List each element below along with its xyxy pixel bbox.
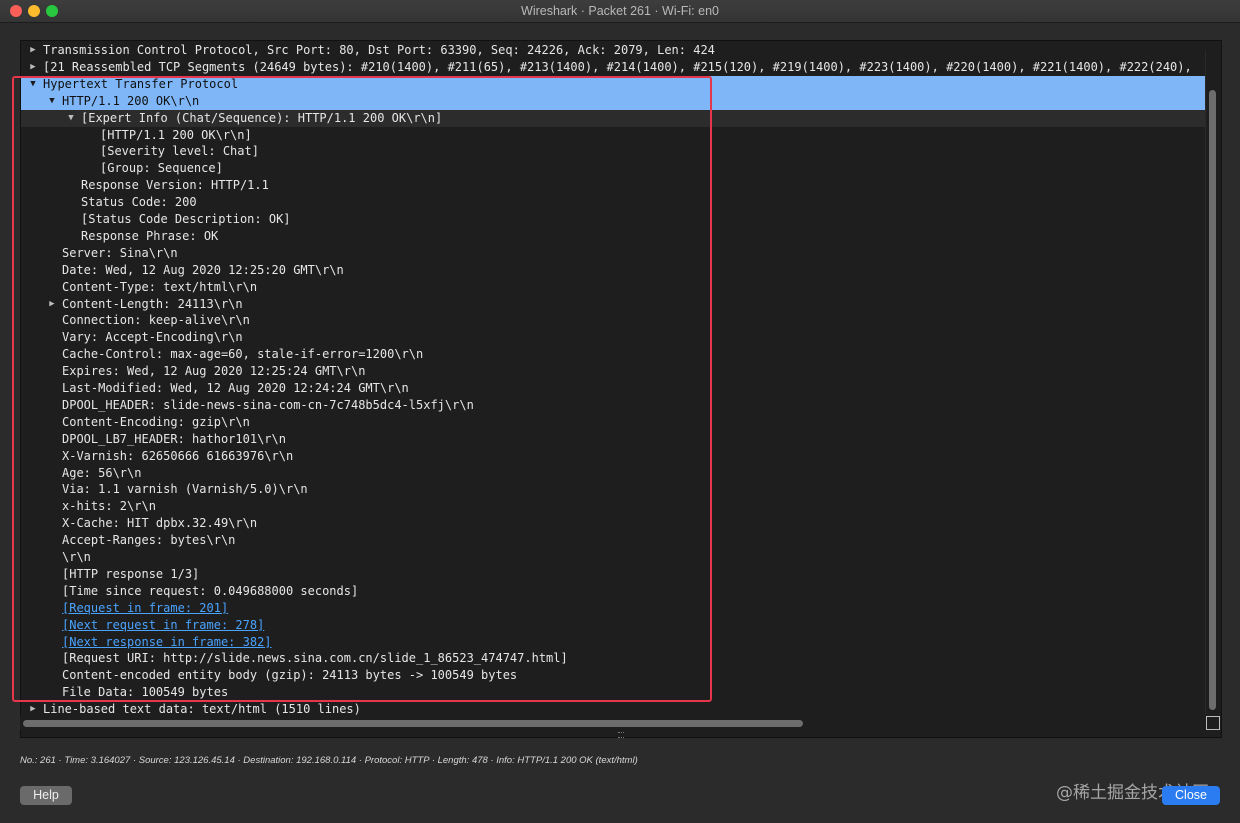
tree-row-label: Content-encoded entity body (gzip): 2411… bbox=[62, 668, 518, 683]
tree-row-label: [Expert Info (Chat/Sequence): HTTP/1.1 2… bbox=[81, 110, 443, 125]
frame-link[interactable]: [Request in frame: 201] bbox=[62, 600, 228, 617]
scroll-corner bbox=[1206, 716, 1220, 730]
tree-row-label: DPOOL_LB7_HEADER: hathor101\r\n bbox=[62, 431, 286, 446]
splitter-handle[interactable] bbox=[618, 732, 624, 738]
tree-row[interactable]: [Severity level: Chat] bbox=[21, 143, 1207, 160]
tree-row-label: Hypertext Transfer Protocol bbox=[43, 76, 239, 91]
tree-row[interactable]: [Request in frame: 201] bbox=[21, 600, 1207, 617]
disclosure-collapsed-icon[interactable]: ▶ bbox=[27, 42, 39, 59]
tree-row[interactable]: Last-Modified: Wed, 12 Aug 2020 12:24:24… bbox=[21, 380, 1207, 397]
tree-row-label: Response Version: HTTP/1.1 bbox=[81, 178, 269, 193]
disclosure-expanded-icon[interactable]: ▼ bbox=[46, 93, 58, 110]
tree-row-label: Content-Type: text/html\r\n bbox=[62, 279, 258, 294]
tree-row[interactable]: x-hits: 2\r\n bbox=[21, 498, 1207, 515]
tree-row[interactable]: \r\n bbox=[21, 549, 1207, 566]
tree-row-label: X-Cache: HIT dpbx.32.49\r\n bbox=[62, 516, 258, 531]
tree-row-label: Connection: keep-alive\r\n bbox=[62, 313, 250, 328]
tree-row-label: [HTTP/1.1 200 OK\r\n] bbox=[100, 127, 252, 142]
packet-details-tree[interactable]: ▶ Transmission Control Protocol, Src Port… bbox=[20, 40, 1222, 738]
tree-row[interactable]: ▶ Transmission Control Protocol, Src Port… bbox=[21, 42, 1207, 59]
vertical-scrollbar[interactable] bbox=[1205, 50, 1219, 714]
tree-row-label: Content-Length: 24113\r\n bbox=[62, 296, 243, 311]
tree-row-label: Date: Wed, 12 Aug 2020 12:25:20 GMT\r\n bbox=[62, 262, 344, 277]
tree-row[interactable]: Date: Wed, 12 Aug 2020 12:25:20 GMT\r\n bbox=[21, 262, 1207, 279]
tree-row-label: [21 Reassembled TCP Segments (24649 byte… bbox=[43, 59, 1192, 74]
tree-row[interactable]: Response Version: HTTP/1.1 bbox=[21, 177, 1207, 194]
tree-row-label: \r\n bbox=[62, 550, 91, 564]
tree-row-label: File Data: 100549 bytes bbox=[62, 685, 229, 700]
tree-row[interactable]: ▼ [Expert Info (Chat/Sequence): HTTP/1.1 … bbox=[21, 109, 1207, 127]
tree-row[interactable]: ▶ [21 Reassembled TCP Segments (24649 byt… bbox=[21, 59, 1207, 76]
tree-row-label: [HTTP response 1/3] bbox=[62, 566, 200, 581]
tree-row[interactable]: [Time since request: 0.049688000 seconds… bbox=[21, 583, 1207, 600]
tree-row[interactable]: Content-Encoding: gzip\r\n bbox=[21, 414, 1207, 431]
tree-row[interactable]: Age: 56\r\n bbox=[21, 465, 1207, 482]
tree-row[interactable]: ▼ HTTP/1.1 200 OK\r\n bbox=[21, 92, 1207, 110]
tree-row-label: x-hits: 2\r\n bbox=[62, 499, 156, 514]
tree-row[interactable]: Content-Type: text/html\r\n bbox=[21, 279, 1207, 296]
tree-row[interactable]: File Data: 100549 bytes bbox=[21, 684, 1207, 701]
tree-row[interactable]: Vary: Accept-Encoding\r\n bbox=[21, 329, 1207, 346]
close-button[interactable]: Close bbox=[1162, 786, 1220, 805]
tree-row[interactable]: Content-encoded entity body (gzip): 2411… bbox=[21, 667, 1207, 684]
frame-link[interactable]: [Next response in frame: 382] bbox=[62, 634, 272, 651]
disclosure-collapsed-icon[interactable]: ▶ bbox=[27, 59, 39, 76]
tree-row-label: HTTP/1.1 200 OK\r\n bbox=[62, 93, 200, 108]
horizontal-scroll-thumb[interactable] bbox=[23, 720, 803, 727]
tree-row[interactable]: [Status Code Description: OK] bbox=[21, 211, 1207, 228]
tree-row[interactable]: Connection: keep-alive\r\n bbox=[21, 312, 1207, 329]
frame-link[interactable]: [Next request in frame: 278] bbox=[62, 617, 264, 634]
tree-row[interactable]: [HTTP response 1/3] bbox=[21, 566, 1207, 583]
tree-row[interactable]: [Request URI: http://slide.news.sina.com… bbox=[21, 650, 1207, 667]
tree-row-label: X-Varnish: 62650666 61663976\r\n bbox=[62, 448, 294, 463]
tree-row-label: Response Phrase: OK bbox=[81, 228, 219, 243]
tree-row-label: Expires: Wed, 12 Aug 2020 12:25:24 GMT\r… bbox=[62, 364, 366, 379]
tree-row-label: Via: 1.1 varnish (Varnish/5.0)\r\n bbox=[62, 482, 308, 497]
tree-row[interactable]: [Next request in frame: 278] bbox=[21, 617, 1207, 634]
tree-row-label: [Status Code Description: OK] bbox=[81, 212, 291, 226]
tree-row-label: Vary: Accept-Encoding\r\n bbox=[62, 330, 243, 345]
tree-row-label: [Group: Sequence] bbox=[100, 161, 223, 176]
tree-row-label: Content-Encoding: gzip\r\n bbox=[62, 414, 250, 429]
tree-row[interactable]: DPOOL_LB7_HEADER: hathor101\r\n bbox=[21, 431, 1207, 448]
tree-row-label: Accept-Ranges: bytes\r\n bbox=[62, 533, 236, 548]
disclosure-collapsed-icon[interactable]: ▶ bbox=[46, 296, 58, 313]
packet-summary-status: No.: 261 · Time: 3.164027 · Source: 123.… bbox=[20, 755, 638, 766]
horizontal-scrollbar[interactable] bbox=[20, 716, 1206, 730]
tree-row[interactable]: Status Code: 200 bbox=[21, 194, 1207, 211]
tree-row-label: [Severity level: Chat] bbox=[100, 144, 259, 159]
tree-row-label: DPOOL_HEADER: slide-news-sina-com-cn-7c7… bbox=[62, 397, 474, 412]
tree-row[interactable]: Accept-Ranges: bytes\r\n bbox=[21, 532, 1207, 549]
tree-row-label: Server: Sina\r\n bbox=[62, 245, 178, 260]
tree-row-label: [Request URI: http://slide.news.sina.com… bbox=[62, 651, 568, 666]
title-bar: Wireshark · Packet 261 · Wi-Fi: en0 bbox=[0, 0, 1240, 23]
disclosure-expanded-icon[interactable]: ▼ bbox=[27, 76, 39, 93]
vertical-scroll-thumb[interactable] bbox=[1209, 90, 1216, 710]
tree-row[interactable]: [Group: Sequence] bbox=[21, 160, 1207, 177]
tree-row[interactable]: [Next response in frame: 382] bbox=[21, 634, 1207, 651]
tree-row[interactable]: X-Cache: HIT dpbx.32.49\r\n bbox=[21, 515, 1207, 532]
tree-row-label: Status Code: 200 bbox=[81, 195, 197, 210]
tree-row[interactable]: X-Varnish: 62650666 61663976\r\n bbox=[21, 448, 1207, 465]
tree-row-label: Transmission Control Protocol, Src Port:… bbox=[43, 43, 715, 57]
window-title: Wireshark · Packet 261 · Wi-Fi: en0 bbox=[521, 4, 719, 18]
tree-row-label: Age: 56\r\n bbox=[62, 465, 142, 480]
tree-row[interactable]: [HTTP/1.1 200 OK\r\n] bbox=[21, 127, 1207, 144]
tree-row[interactable]: ▶ Content-Length: 24113\r\n bbox=[21, 296, 1207, 313]
tree-row-label: [Time since request: 0.049688000 seconds… bbox=[62, 583, 359, 598]
tree-row-label: Cache-Control: max-age=60, stale-if-erro… bbox=[62, 347, 424, 362]
help-button[interactable]: Help bbox=[20, 786, 72, 805]
tree-row[interactable]: DPOOL_HEADER: slide-news-sina-com-cn-7c7… bbox=[21, 397, 1207, 414]
disclosure-expanded-icon[interactable]: ▼ bbox=[65, 110, 77, 127]
tree-row-label: Last-Modified: Wed, 12 Aug 2020 12:24:24… bbox=[62, 381, 409, 395]
tree-row[interactable]: Via: 1.1 varnish (Varnish/5.0)\r\n bbox=[21, 481, 1207, 498]
tree-row[interactable]: Server: Sina\r\n bbox=[21, 245, 1207, 262]
tree-row[interactable]: Response Phrase: OK bbox=[21, 228, 1207, 245]
tree-row[interactable]: Expires: Wed, 12 Aug 2020 12:25:24 GMT\r… bbox=[21, 363, 1207, 380]
tree-row[interactable]: Cache-Control: max-age=60, stale-if-erro… bbox=[21, 346, 1207, 363]
tree-row[interactable]: ▼ Hypertext Transfer Protocol bbox=[21, 75, 1207, 93]
